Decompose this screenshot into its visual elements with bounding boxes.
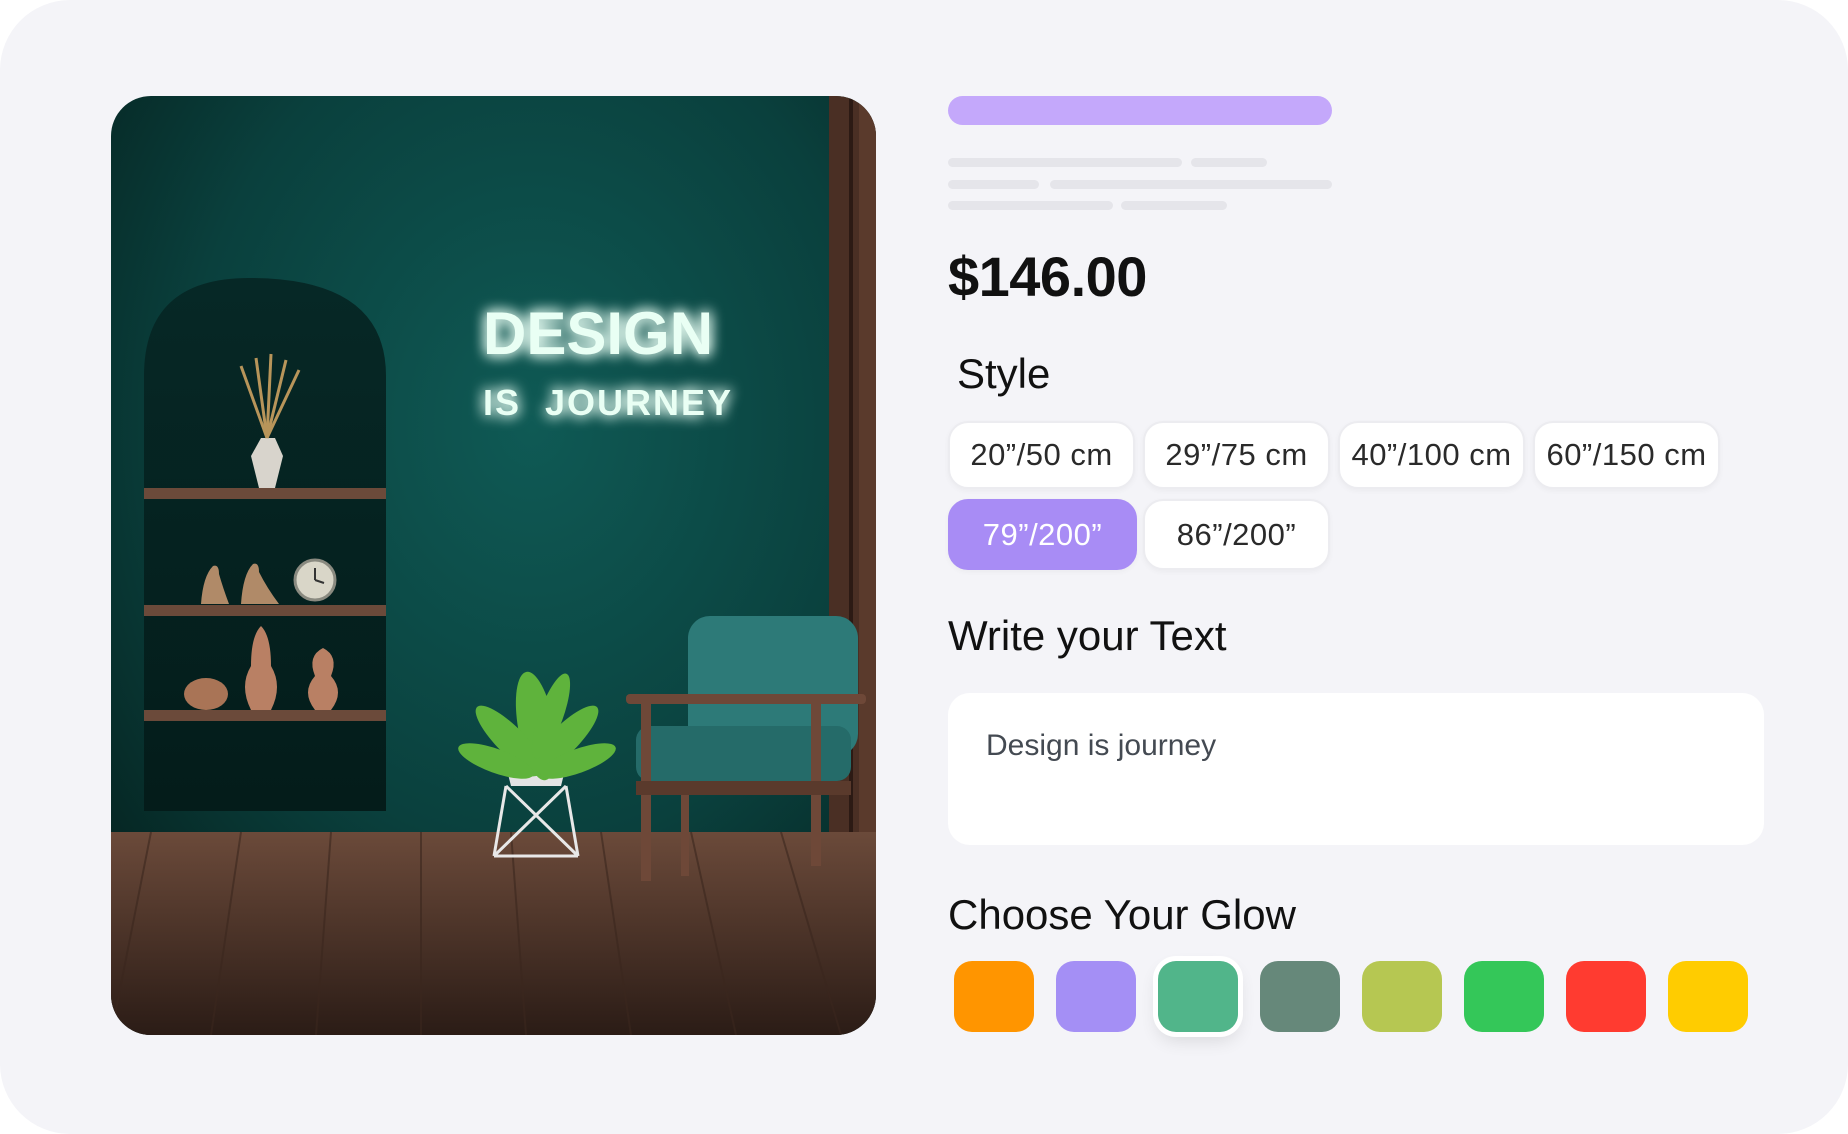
product-image: DESIGN IS JOURNEY xyxy=(111,96,876,1035)
description-placeholder-line xyxy=(1191,158,1267,167)
glow-swatch-green[interactable] xyxy=(1464,961,1544,1032)
glow-swatch-yellow[interactable] xyxy=(1668,961,1748,1032)
style-option-79-200[interactable]: 79”/200” xyxy=(948,499,1137,570)
glow-swatch-lime[interactable] xyxy=(1362,961,1442,1032)
neon-sign-line1: DESIGN xyxy=(483,300,713,367)
product-card: DESIGN IS JOURNEY $146.00 Style 20”/50 c… xyxy=(0,0,1848,1134)
neon-sign-line2: IS JOURNEY xyxy=(483,382,733,423)
description-placeholder-line xyxy=(1050,180,1332,189)
glow-heading: Choose Your Glow xyxy=(948,891,1296,938)
style-option-86-200[interactable]: 86”/200” xyxy=(1143,499,1330,570)
glow-swatch-orange[interactable] xyxy=(954,961,1034,1032)
style-option-60-150[interactable]: 60”/150 cm xyxy=(1533,421,1720,489)
text-heading: Write your Text xyxy=(948,612,1227,659)
glow-swatch-purple[interactable] xyxy=(1056,961,1136,1032)
custom-text-input[interactable]: Design is journey xyxy=(948,693,1764,845)
style-option-29-75[interactable]: 29”/75 cm xyxy=(1143,421,1330,489)
description-placeholder-line xyxy=(948,201,1113,210)
description-placeholder-line xyxy=(948,180,1039,189)
glow-swatch-red[interactable] xyxy=(1566,961,1646,1032)
style-heading: Style xyxy=(957,350,1051,397)
glow-swatch-slate-green[interactable] xyxy=(1260,961,1340,1032)
title-placeholder xyxy=(948,96,1332,125)
description-placeholder-line xyxy=(948,158,1182,167)
product-price: $146.00 xyxy=(948,245,1147,308)
description-placeholder-line xyxy=(1121,201,1227,210)
glow-swatch-teal[interactable] xyxy=(1158,961,1238,1032)
style-option-40-100[interactable]: 40”/100 cm xyxy=(1338,421,1525,489)
style-option-20-50[interactable]: 20”/50 cm xyxy=(948,421,1135,489)
